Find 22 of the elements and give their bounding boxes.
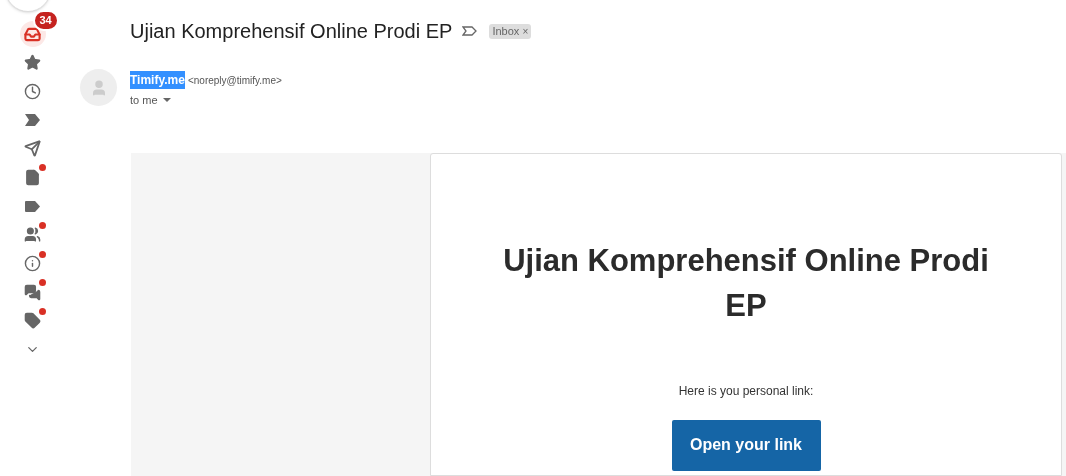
sender-name: Timify.me	[130, 71, 185, 89]
chat-icon	[24, 283, 41, 301]
unread-badge: 34	[32, 10, 59, 31]
important-icon	[24, 114, 41, 127]
message-text: Here is you personal link:	[678, 382, 814, 400]
sender-email: <noreply@timify.me>	[187, 74, 282, 88]
email-subject: Ujian Komprehensif Online Prodi EP	[130, 19, 453, 44]
label-icon	[25, 200, 40, 212]
star-icon	[24, 54, 41, 72]
dropdown-icon[interactable]	[162, 98, 171, 103]
inbox-label[interactable]: Inbox ×	[489, 23, 532, 39]
file-icon	[24, 168, 41, 186]
open-link-button[interactable]: Open your link	[671, 419, 821, 471]
recipient-text: to me	[130, 93, 158, 108]
message-heading: Ujian Komprehensif Online Prodi EP	[502, 241, 990, 325]
people-icon	[24, 226, 41, 244]
tag-icon	[24, 312, 41, 330]
info-icon	[24, 255, 41, 272]
clock-icon	[24, 82, 41, 100]
inbox-icon	[24, 25, 41, 43]
send-icon	[24, 140, 41, 158]
important-marker-icon[interactable]	[462, 26, 478, 36]
